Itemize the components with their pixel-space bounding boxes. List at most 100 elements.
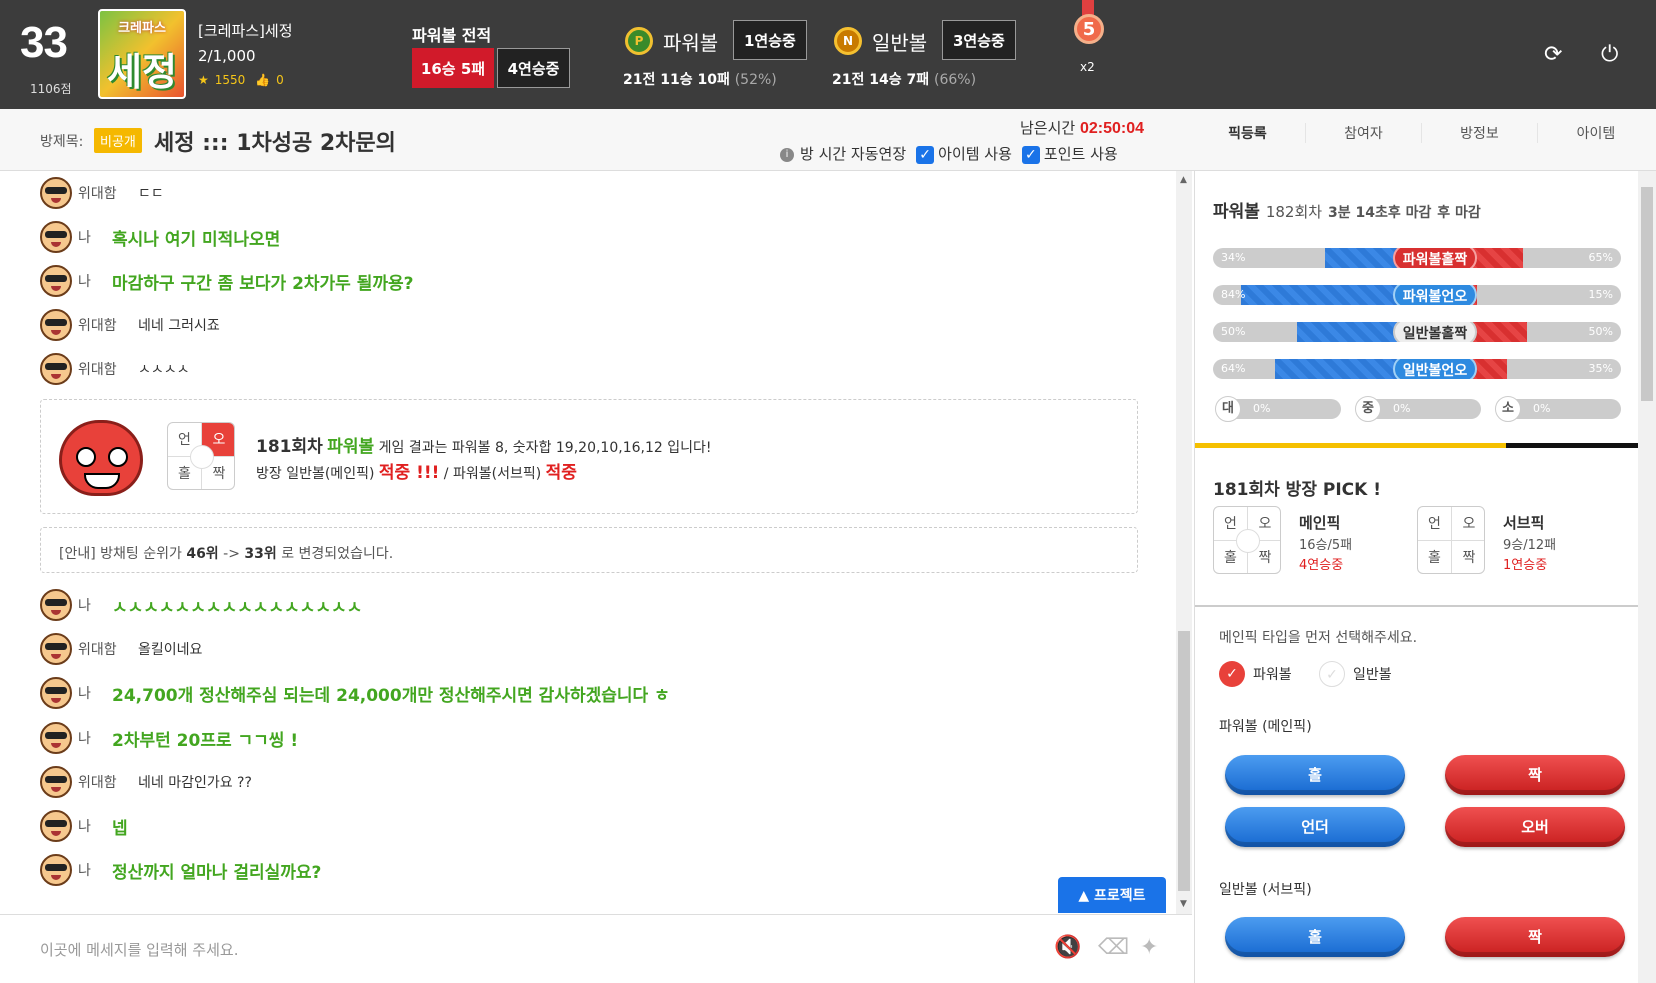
odd-even-bar-powerball: 34% 65% 파워볼홀짝 — [1213, 248, 1621, 268]
sub-pick-card: 언오홀짝 서브픽 9승/12패 1연승중 — [1417, 506, 1617, 576]
eraser-icon[interactable]: ⌫ — [1098, 935, 1129, 960]
size-medium-bar: 중 0% — [1355, 396, 1481, 422]
pick-even-button[interactable]: 짝 — [1445, 755, 1625, 795]
room-title: 세정 ::: 1차성공 2차문의 — [154, 131, 396, 156]
info-icon: i — [780, 147, 794, 162]
user-face-icon — [40, 589, 72, 621]
powerball-streak: 1연승중 — [733, 20, 807, 60]
check-icon: ✓ — [1219, 661, 1245, 687]
powerball-coin-icon: P — [625, 27, 653, 55]
user-face-icon — [40, 854, 72, 886]
user-face-icon — [40, 353, 72, 385]
magic-wand-icon[interactable]: ✦ — [1140, 935, 1158, 960]
right-tabs: 픽등록 참여자 방정보 아이템 — [1190, 123, 1654, 143]
remaining-time: 남은시간 02:50:04 — [1020, 119, 1145, 137]
chat-message: 위대함 네네 그러시죠 — [40, 309, 220, 341]
tab-pick-register[interactable]: 픽등록 — [1190, 123, 1306, 143]
chat-message: 위대함 네네 마감인가요 ?? — [40, 766, 252, 798]
chat-scrollbar[interactable]: ▲ ▼ — [1176, 171, 1192, 914]
refresh-icon[interactable]: ⟳ — [1544, 42, 1562, 67]
user-face-icon — [40, 221, 72, 253]
chat-message: 위대함 올킬이네요 — [40, 633, 202, 665]
record-win-loss: 16승 5패 — [412, 48, 494, 88]
chat-message: 나 마감하구 구간 좀 보다가 2차가두 될까용? — [40, 265, 414, 297]
pick-over-button[interactable]: 오버 — [1445, 807, 1625, 847]
tab-items[interactable]: 아이템 — [1538, 123, 1654, 143]
user-count: 2/1,000 — [198, 47, 256, 65]
chat-message: 나 2차부턴 20프로 ㄱㄱ씽 ! — [40, 722, 298, 754]
pick-under-button[interactable]: 언더 — [1225, 807, 1405, 847]
normalball-coin-icon: N — [834, 27, 862, 55]
tab-participants[interactable]: 참여자 — [1306, 123, 1422, 143]
item-use-checkbox[interactable]: ✓ 아이템 사용 — [916, 143, 1012, 164]
radio-normalball[interactable]: ✓ 일반볼 — [1319, 661, 1392, 687]
user-face-icon — [40, 722, 72, 754]
result-line-2: 방장 일반볼(메인픽) 적중 !!! / 파워볼(서브픽) 적중 — [256, 463, 577, 483]
size-large-bar: 대 0% — [1215, 396, 1341, 422]
sub-pick-grid: 언오홀짝 — [1417, 506, 1485, 574]
record-title: 파워볼 전적 — [412, 26, 492, 45]
main-pick-grid: 언오홀짝 — [1213, 506, 1281, 574]
medium-icon: 중 — [1355, 396, 1381, 422]
result-grid: 언오홀짝 — [167, 422, 235, 490]
chat-message: 나넵 — [40, 810, 128, 842]
message-input[interactable]: 이곳에 메세지를 입력해 주세요. — [40, 939, 238, 960]
private-badge: 비공개 — [94, 128, 142, 153]
powerball-record: 21전 11승 10패 (52%) — [623, 72, 777, 88]
rank-points: 1106점 — [30, 82, 72, 96]
sub-pick-even-button[interactable]: 짝 — [1445, 917, 1625, 957]
normalball-record: 21전 14승 7패 (66%) — [832, 72, 977, 88]
user-face-icon — [40, 766, 72, 798]
user-face-icon — [40, 677, 72, 709]
point-use-checkbox[interactable]: ✓ 포인트 사용 — [1021, 143, 1118, 164]
size-small-bar: 소 0% — [1495, 396, 1621, 422]
star-icon: ★ — [198, 73, 209, 87]
rank-change-notice: [안내] 방채팅 순위가 46위 -> 33위 로 변경되었습니다. — [40, 527, 1138, 573]
room-header: 방제목: 비공개 세정 ::: 1차성공 2차문의 남은시간 02:50:04 … — [0, 109, 1656, 171]
check-icon: ✓ — [1319, 661, 1345, 687]
rank-number: 33 — [20, 18, 68, 67]
user-face-icon — [40, 177, 72, 209]
divider — [1195, 443, 1639, 448]
chat-message: 위대함 ㅅㅅㅅㅅ — [40, 353, 190, 385]
panel-separator — [1195, 605, 1639, 607]
chat-message: 나 24,700개 정산해주심 되는데 24,000개만 정산해주시면 감사하겠습… — [40, 677, 670, 709]
powerball-label: 파워볼 — [663, 31, 719, 55]
under-over-bar-powerball: 84% 15% 파워볼언오 — [1213, 285, 1621, 305]
result-line-1: 181회차 파워볼 게임 결과는 파워볼 8, 숫자합 19,20,10,16,… — [256, 437, 712, 457]
powerball-main-pick-label: 파워볼 (메인픽) — [1219, 719, 1312, 735]
user-name: [크레파스]세정 — [198, 22, 293, 40]
normalball-sub-pick-label: 일반볼 (서브픽) — [1219, 882, 1312, 898]
avatar-caption: 크레파스 — [118, 21, 166, 36]
user-face-icon — [40, 309, 72, 341]
radio-powerball[interactable]: ✓ 파워볼 — [1219, 661, 1292, 687]
large-icon: 대 — [1215, 396, 1241, 422]
auto-extend-option[interactable]: i방 시간 자동연장 — [780, 143, 906, 164]
user-face-icon — [40, 633, 72, 665]
medal-icon: 5 — [1072, 0, 1104, 50]
user-avatar[interactable]: 크레파스 세정 — [98, 9, 186, 99]
record-streak: 4연승중 — [497, 48, 570, 88]
pick-odd-button[interactable]: 홀 — [1225, 755, 1405, 795]
room-title-label: 방제목: — [40, 134, 84, 150]
tab-room-info[interactable]: 방정보 — [1422, 123, 1538, 143]
star-count: 1550 — [214, 73, 246, 87]
room-options: i방 시간 자동연장 ✓ 아이템 사용 ✓ 포인트 사용 — [780, 143, 1118, 164]
user-face-icon — [40, 810, 72, 842]
odd-even-bar-normalball: 50% 50% 일반볼홀짝 — [1213, 322, 1621, 342]
host-pick-title: 181회차 방장 PICK ! — [1213, 480, 1381, 500]
small-icon: 소 — [1495, 396, 1521, 422]
main-pick-guide: 메인픽 타입을 먼저 선택해주세요. — [1219, 630, 1418, 646]
mute-icon[interactable]: 🔇 — [1054, 935, 1081, 960]
normalball-streak: 3연승중 — [942, 20, 1016, 60]
sub-pick-odd-button[interactable]: 홀 — [1225, 917, 1405, 957]
chat-message: 나 ㅅㅅㅅㅅㅅㅅㅅㅅㅅㅅㅅㅅㅅㅅㅅㅅ — [40, 589, 362, 621]
chat-input-bar: 이곳에 메세지를 입력해 주세요. 🔇 ⌫ ✦ — [0, 914, 1192, 983]
top-bar: 33 1106점 크레파스 세정 [크레파스]세정 2/1,000 ★ 1550 … — [0, 0, 1656, 109]
game-result-card: 언오홀짝 181회차 파워볼 게임 결과는 파워볼 8, 숫자합 19,20,1… — [40, 399, 1138, 514]
chat-message: 나 정산까지 얼마나 걸리실까요? — [40, 854, 321, 886]
under-over-bar-normalball: 64% 35% 일반볼언오 — [1213, 359, 1621, 379]
project-button[interactable]: ▲ 프로젝트 — [1058, 877, 1166, 913]
panel-scrollbar[interactable] — [1638, 171, 1656, 983]
power-icon[interactable]: ⏻ — [1601, 42, 1618, 67]
